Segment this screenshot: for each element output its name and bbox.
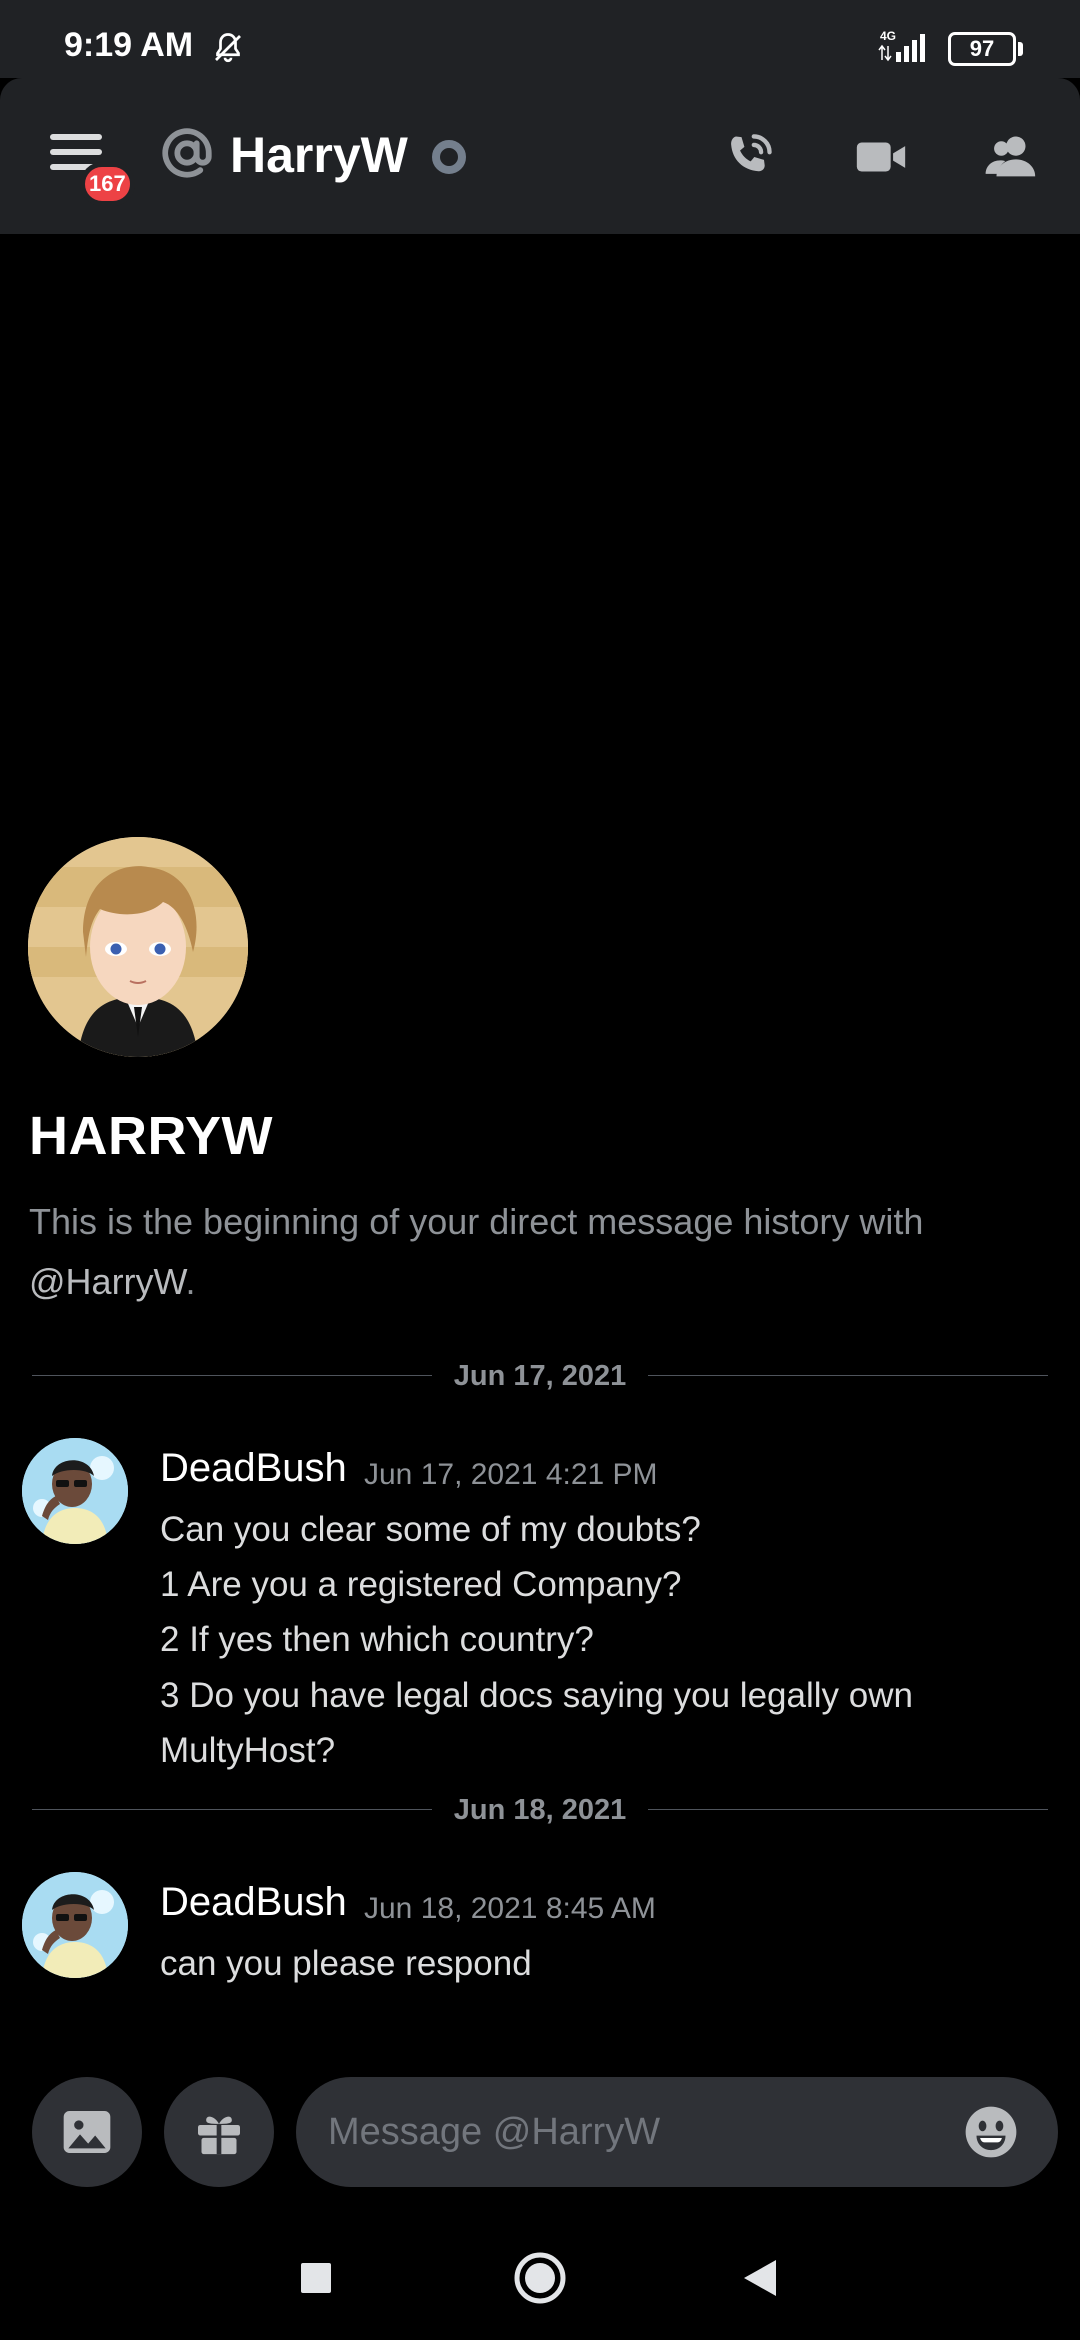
battery-tip: [1018, 42, 1023, 56]
message-text-line: 3 Do you have legal docs saying you lega…: [160, 1676, 913, 1715]
date-divider-label: Jun 18, 2021: [453, 1794, 627, 1826]
bell-off-icon: [215, 33, 241, 63]
avatar[interactable]: [28, 837, 248, 1057]
message-text-line: Can you clear some of my doubts?: [160, 1510, 701, 1549]
message-text-line: MultyHost?: [160, 1731, 336, 1770]
dm-intro-suffix: .: [185, 1261, 196, 1302]
date-divider-label: Jun 17, 2021: [453, 1360, 627, 1392]
page-title: HarryW: [230, 127, 408, 183]
emoji-icon[interactable]: [962, 2103, 1020, 2161]
channel-header: 167 HarryW: [0, 78, 1080, 234]
battery-icon: 97: [948, 32, 1016, 66]
network-type: 4G: [880, 29, 896, 43]
message-author[interactable]: DeadBush: [160, 1446, 347, 1491]
message-text-line: 1 Are you a registered Company?: [160, 1565, 682, 1604]
back-triangle-icon[interactable]: [740, 2256, 780, 2300]
members-icon[interactable]: [980, 128, 1042, 186]
status-time: 9:19 AM: [64, 26, 194, 64]
phone-call-icon[interactable]: [718, 128, 780, 186]
dm-intro-prefix: This is the beginning of your direct mes…: [29, 1201, 924, 1242]
message-text-line: can you please respond: [160, 1944, 532, 1983]
recents-square-icon[interactable]: [298, 2260, 334, 2296]
battery-level: 97: [969, 36, 995, 61]
at-icon: [162, 128, 212, 178]
message-avatar[interactable]: [22, 1438, 128, 1544]
signal-icon: 4G: [878, 29, 925, 62]
home-circle-icon[interactable]: [512, 2250, 568, 2306]
message-timestamp: Jun 18, 2021 8:45 AM: [364, 1892, 656, 1925]
offline-status-icon: [432, 140, 466, 174]
date-divider: Jun 17, 2021: [32, 1356, 1048, 1396]
message-author[interactable]: DeadBush: [160, 1880, 347, 1925]
unread-badge: 167: [80, 162, 135, 206]
dm-intro-text: This is the beginning of your direct mes…: [29, 1192, 1029, 1312]
message-input-container[interactable]: [296, 2077, 1058, 2187]
message-text-line: 2 If yes then which country?: [160, 1620, 594, 1659]
dm-intro-mention[interactable]: @HarryW: [29, 1261, 186, 1302]
message-input[interactable]: [328, 2077, 928, 2187]
attach-image-button[interactable]: [32, 2077, 142, 2187]
date-divider: Jun 18, 2021: [32, 1790, 1048, 1830]
gift-button[interactable]: [164, 2077, 274, 2187]
dm-user-name: HARRYW: [29, 1106, 273, 1166]
status-bar: 9:19 AM 4G 97: [0, 0, 1080, 78]
video-call-icon[interactable]: [850, 128, 912, 186]
deadbush-avatar-image: [22, 1438, 128, 1544]
harryw-avatar-image: [28, 837, 248, 1057]
message-timestamp: Jun 17, 2021 4:21 PM: [364, 1458, 658, 1491]
deadbush-avatar-image: [22, 1872, 128, 1978]
image-icon: [63, 2111, 111, 2153]
gift-icon: [198, 2116, 240, 2155]
message-avatar[interactable]: [22, 1872, 128, 1978]
